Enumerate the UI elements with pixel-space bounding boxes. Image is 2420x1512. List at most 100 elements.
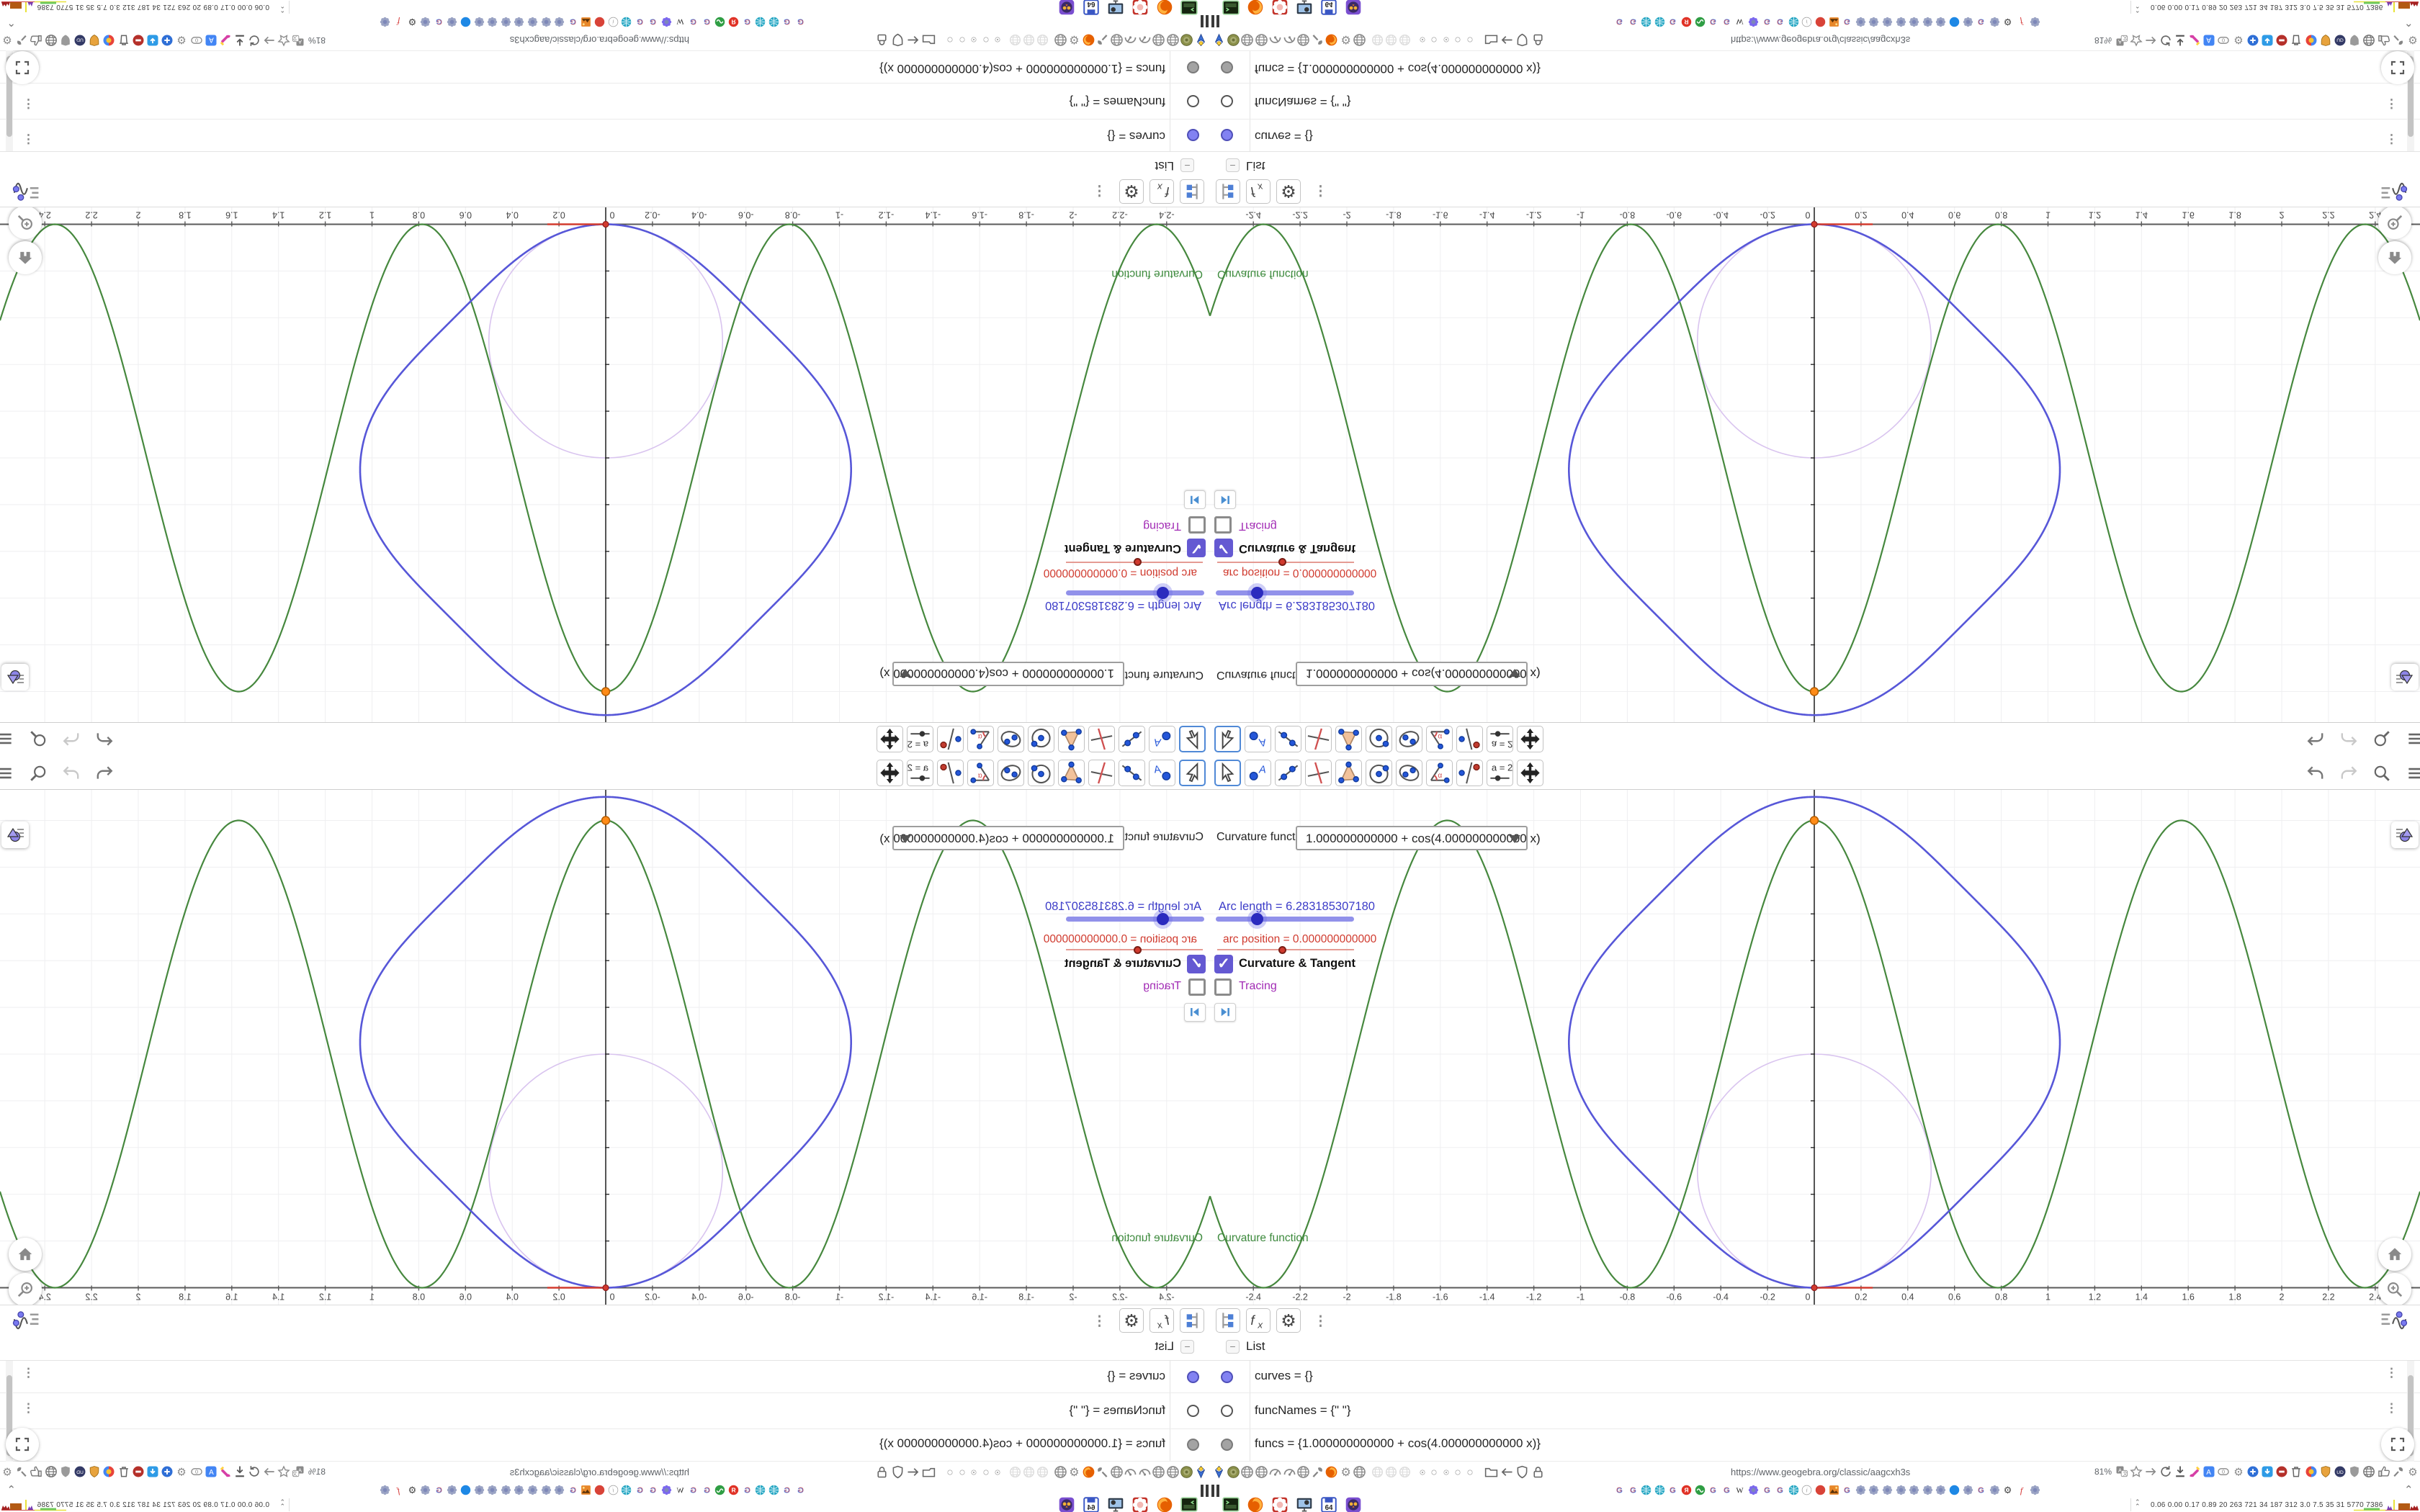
zoom-in-button[interactable]: [9, 206, 42, 239]
f-red-icon[interactable]: f: [2015, 1484, 2027, 1496]
floppy64-app-icon[interactable]: 64: [1319, 0, 1338, 17]
tracing-checkbox[interactable]: [1188, 978, 1206, 996]
globe-icon[interactable]: [1165, 1464, 1180, 1480]
flower-icon[interactable]: [446, 1484, 458, 1496]
globe-teal-icon[interactable]: [1640, 1484, 1652, 1496]
fullscreen-button[interactable]: [6, 51, 39, 84]
google-icon[interactable]: GG: [1975, 1484, 1987, 1496]
tree-view-button[interactable]: [1180, 179, 1204, 204]
ud-circle-icon[interactable]: UD: [2333, 33, 2347, 48]
firefox-app-icon[interactable]: [1155, 0, 1174, 17]
point-tool-button[interactable]: A: [1245, 726, 1271, 752]
google-icon[interactable]: GG: [1613, 1484, 1626, 1496]
arc-length-slider-knob[interactable]: [1157, 587, 1169, 599]
shield-gray-icon[interactable]: [2347, 33, 2362, 48]
pin-v-icon[interactable]: [1211, 1464, 1227, 1480]
home-button[interactable]: [2378, 1238, 2411, 1271]
pill-zero-icon[interactable]: 0: [2216, 1464, 2231, 1479]
wrench-icon[interactable]: [14, 1464, 29, 1479]
globe-teal-icon[interactable]: [1654, 1484, 1666, 1496]
flower-icon[interactable]: [1922, 16, 1934, 28]
redo-button[interactable]: [62, 764, 81, 783]
floppy64-app-icon[interactable]: 64: [1082, 0, 1101, 17]
point-tool-button[interactable]: A: [1149, 726, 1175, 752]
gear-dark-icon[interactable]: ⚙: [406, 16, 418, 28]
zoom-level-badge[interactable]: 81%: [2094, 35, 2112, 45]
flower-icon[interactable]: [1895, 1484, 1907, 1496]
terminal-app-icon[interactable]: [1222, 1495, 1240, 1512]
gear-outline-icon[interactable]: ⚙: [1338, 32, 1353, 48]
graphics-view[interactable]: -2.4 -2.2 -2 -1.8 -1.6 -1.4 -1.2 -1 -0.8 -0.6 -0.4…: [1210, 171, 2420, 722]
visibility-marble[interactable]: [1187, 1405, 1199, 1417]
f-red-icon[interactable]: f: [393, 1484, 405, 1496]
url-text[interactable]: https://www.geogebra.org/classic/aagcxh3…: [510, 35, 689, 45]
floppy64-app-icon[interactable]: 64: [1082, 1495, 1101, 1512]
globe-dark-icon[interactable]: [2362, 33, 2376, 48]
move-view-tool-button[interactable]: [877, 726, 903, 752]
collapse-button[interactable]: −: [1180, 158, 1194, 172]
flower-icon[interactable]: [1935, 1484, 1947, 1496]
arc-length-slider[interactable]: [1216, 590, 1354, 595]
flower-icon[interactable]: [446, 16, 458, 28]
graphics-stylebar-toggle[interactable]: [1, 822, 29, 848]
arrow-right-icon[interactable]: [2143, 1464, 2158, 1479]
info-icon[interactable]: i: [607, 1484, 619, 1496]
red-badge-icon[interactable]: [2275, 1464, 2289, 1479]
ring-icon[interactable]: [1429, 35, 1439, 45]
globe-teal-icon[interactable]: [754, 16, 766, 28]
star-icon[interactable]: [2129, 33, 2143, 48]
gear-dark-icon[interactable]: ⚙: [2002, 1484, 2014, 1496]
geogebra-icon[interactable]: [714, 1484, 726, 1496]
arc-length-slider-knob[interactable]: [1251, 587, 1263, 599]
lock-icon[interactable]: [875, 1464, 890, 1480]
perpendicular-line-tool-button[interactable]: [1305, 760, 1332, 786]
pill-zero-icon[interactable]: 0: [189, 33, 204, 48]
curvature-tangent-checkbox[interactable]: ✓: [1187, 955, 1206, 973]
algebra-row-funcnames[interactable]: funcNames = {" "} ⋮: [1210, 83, 2420, 119]
fx-button[interactable]: fx: [1246, 1308, 1270, 1333]
globe-teal-icon[interactable]: [1654, 16, 1666, 28]
menu-button[interactable]: [2406, 729, 2420, 748]
blue-circle-icon[interactable]: [460, 1484, 472, 1496]
tracing-checkbox[interactable]: [1214, 978, 1232, 996]
amber-shield-icon[interactable]: [87, 1464, 102, 1479]
circle-tool-button[interactable]: [1366, 760, 1392, 786]
globe-icon[interactable]: [1352, 32, 1367, 48]
ring-icon[interactable]: [981, 1467, 991, 1477]
download-icon[interactable]: [233, 1464, 247, 1479]
slider-tool-button[interactable]: a = 2: [1487, 760, 1513, 786]
move-view-tool-button[interactable]: [877, 760, 903, 786]
ud-circle-icon[interactable]: UD: [73, 1464, 87, 1479]
redo-button[interactable]: [62, 729, 81, 748]
dropdown-arrow-icon[interactable]: [900, 669, 911, 677]
redbox-app-icon[interactable]: [1270, 1495, 1289, 1512]
folder-icon[interactable]: [1484, 1464, 1499, 1480]
brush-icon[interactable]: [218, 1464, 233, 1479]
amber-shield-icon[interactable]: [87, 33, 102, 48]
google-icon[interactable]: GG: [1841, 1484, 1853, 1496]
graphics-view[interactable]: -2.4 -2.2 -2 -1.8 -1.6 -1.4 -1.2 -1 -0.8 -0.6 -0.4…: [0, 790, 1210, 1341]
google-icon[interactable]: GG: [687, 16, 699, 28]
circle-tool-button[interactable]: [1028, 726, 1054, 752]
gauge-icon[interactable]: [1137, 1464, 1152, 1480]
move-tool-button[interactable]: [1214, 760, 1241, 786]
google-icon[interactable]: GG: [647, 1484, 659, 1496]
google-icon[interactable]: GG: [687, 1484, 699, 1496]
flower-icon[interactable]: [526, 1484, 539, 1496]
plus-blue-icon[interactable]: [2246, 1464, 2260, 1479]
olive-target-icon[interactable]: [1226, 32, 1241, 48]
lock-icon[interactable]: [1531, 1464, 1546, 1480]
translate-blue-icon[interactable]: A: [2202, 1464, 2216, 1479]
algebra-panel-button[interactable]: [2380, 1309, 2411, 1332]
olive-target-icon[interactable]: [1180, 32, 1195, 48]
globe-icon[interactable]: [1296, 32, 1311, 48]
info-icon[interactable]: i: [1801, 16, 1813, 28]
flower-icon[interactable]: [2029, 16, 2041, 28]
arc-length-slider-knob[interactable]: [1157, 913, 1169, 925]
arc-position-slider-knob[interactable]: [1278, 558, 1286, 566]
trash-icon[interactable]: [117, 1464, 131, 1479]
flower-icon[interactable]: [486, 16, 498, 28]
collapse-button[interactable]: −: [1226, 1340, 1240, 1354]
terminal-app-icon[interactable]: [1180, 0, 1198, 17]
flower-icon[interactable]: [1989, 16, 2001, 28]
